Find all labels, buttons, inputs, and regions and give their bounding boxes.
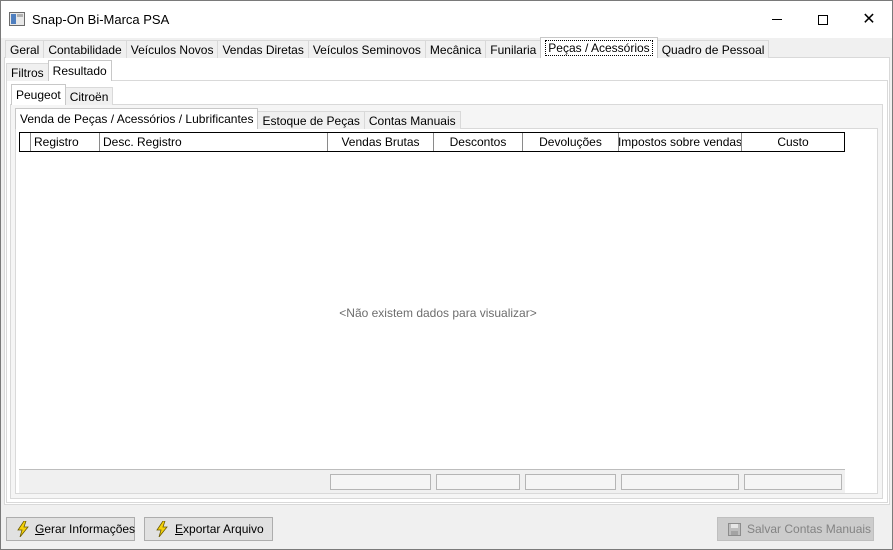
tab-quadro-de-pessoal[interactable]: Quadro de Pessoal (656, 40, 770, 58)
column-header-indicator[interactable] (20, 133, 31, 151)
summary-custo (744, 474, 842, 490)
tab-pecas-acessorios[interactable]: Peças / Acessórios (540, 37, 658, 58)
tab-venda-de-pecas[interactable]: Venda de Peças / Acessórios / Lubrifican… (15, 108, 259, 129)
minimize-button[interactable] (754, 1, 800, 38)
tab-citroen[interactable]: Citroën (64, 87, 114, 105)
lightning-icon (155, 520, 169, 538)
tab-estoque-de-pecas[interactable]: Estoque de Peças (257, 111, 365, 129)
exportar-arquivo-button[interactable]: Exportar Arquivo (144, 517, 273, 541)
column-header-devolucoes[interactable]: Devoluções (523, 133, 619, 151)
column-header-impostos[interactable]: Impostos sobre vendas (619, 133, 742, 151)
tab-veiculos-seminovos[interactable]: Veículos Seminovos (307, 40, 426, 58)
maximize-button[interactable] (800, 1, 846, 38)
tab-filtros[interactable]: Filtros (6, 63, 49, 81)
tab-contas-manuais[interactable]: Contas Manuais (363, 111, 461, 129)
summary-vendas-brutas (330, 474, 431, 490)
empty-grid-message: <Não existem dados para visualizar> (339, 306, 537, 320)
tab-mecanica[interactable]: Mecânica (424, 40, 487, 58)
tab-peugeot[interactable]: Peugeot (11, 84, 66, 105)
column-header-custo[interactable]: Custo (742, 133, 844, 151)
grid-right-margin (845, 132, 872, 493)
window-title: Snap-On Bi-Marca PSA (32, 12, 170, 27)
maximize-icon (818, 14, 828, 25)
tab-vendas-diretas[interactable]: Vendas Diretas (217, 40, 309, 58)
app-window-icon (9, 12, 25, 26)
salvar-contas-manuais-button[interactable]: Salvar Contas Manuais (717, 517, 874, 541)
close-button[interactable]: ✕ (846, 1, 892, 38)
summary-descontos (436, 474, 520, 490)
close-icon: ✕ (862, 10, 876, 28)
app-window: Snap-On Bi-Marca PSA ✕ Geral Contabilida… (0, 0, 893, 550)
tab-funilaria[interactable]: Funilaria (485, 40, 542, 58)
tab-resultado[interactable]: Resultado (47, 60, 112, 81)
column-header-vendas-brutas[interactable]: Vendas Brutas (328, 133, 434, 151)
grid-summary-footer (19, 469, 845, 493)
minimize-icon (772, 19, 782, 20)
lightning-icon (17, 520, 29, 538)
floppy-disk-icon (728, 520, 741, 538)
main-tab-strip: Geral Contabilidade Veículos Novos Venda… (5, 37, 770, 58)
grid-header: Registro Desc. Registro Vendas Brutas De… (19, 132, 845, 152)
brand-tab-strip: Peugeot Citroën (11, 84, 114, 105)
sub-tab-strip: Filtros Resultado (6, 60, 112, 81)
column-header-registro[interactable]: Registro (31, 133, 100, 151)
summary-devolucoes (525, 474, 616, 490)
summary-impostos (621, 474, 739, 490)
column-header-descontos[interactable]: Descontos (434, 133, 523, 151)
tab-geral[interactable]: Geral (5, 40, 45, 58)
title-bar: Snap-On Bi-Marca PSA ✕ (1, 1, 892, 38)
tab-veiculos-novos[interactable]: Veículos Novos (125, 40, 219, 58)
column-header-desc-registro[interactable]: Desc. Registro (100, 133, 328, 151)
data-grid[interactable]: Registro Desc. Registro Vendas Brutas De… (19, 132, 845, 470)
gerar-informacoes-button[interactable]: Gerar Informações (6, 517, 135, 541)
tab-contabilidade[interactable]: Contabilidade (43, 40, 127, 58)
report-tab-strip: Venda de Peças / Acessórios / Lubrifican… (15, 108, 461, 129)
